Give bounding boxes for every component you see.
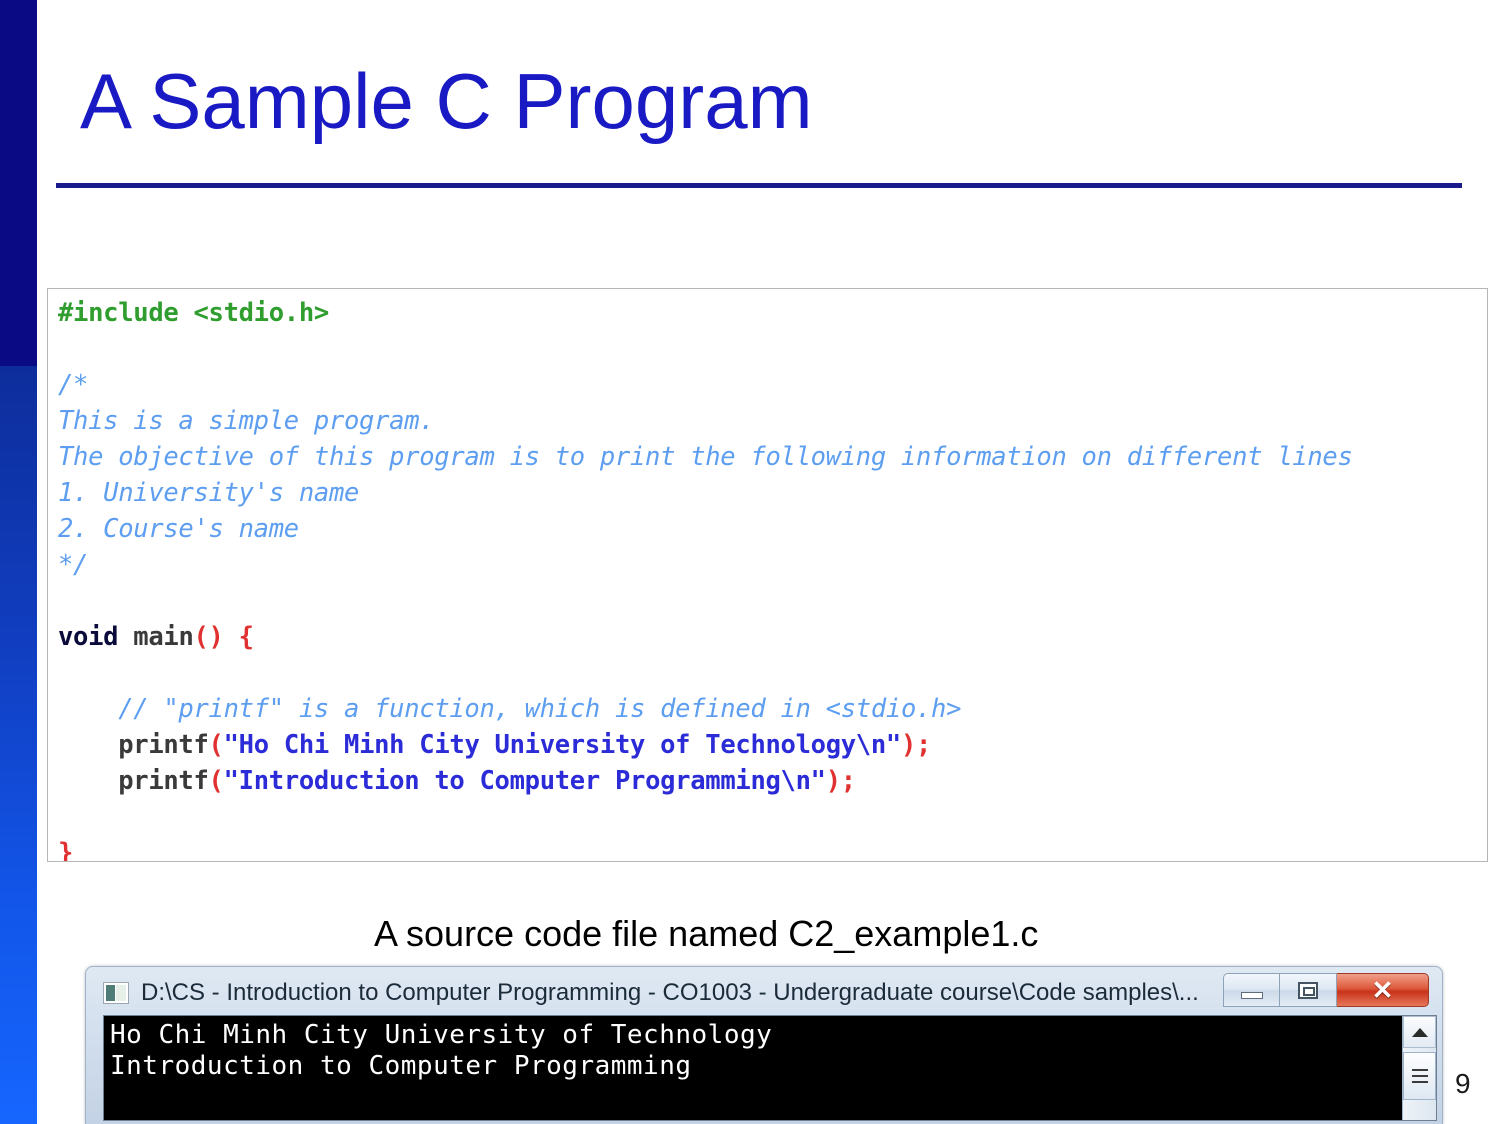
code-token-paren-close-1: ); xyxy=(900,730,932,760)
code-listing-text: #include <stdio.h> /* This is a simple p… xyxy=(58,295,1353,862)
code-token-keyword-void: void xyxy=(58,622,119,652)
minimize-button[interactable] xyxy=(1223,973,1280,1007)
code-token-string-2: "Introduction to Computer Programming\n" xyxy=(223,766,826,796)
console-output-area: Ho Chi Minh City University of Technolog… xyxy=(103,1015,1437,1121)
scroll-up-icon xyxy=(1411,1027,1428,1037)
code-token-string-1: "Ho Chi Minh City University of Technolo… xyxy=(223,730,902,760)
side-strip-solid-block xyxy=(0,0,37,366)
side-strip-gradient-block xyxy=(0,366,37,1124)
console-titlebar[interactable]: D:\CS - Introduction to Computer Program… xyxy=(91,971,1437,1015)
page-title: A Sample C Program xyxy=(80,57,813,145)
window-controls: ✕ xyxy=(1223,973,1429,1009)
title-underline-rule xyxy=(56,183,1462,188)
code-token-main-parens-brace: () { xyxy=(193,622,255,652)
scrollbar-thumb[interactable] xyxy=(1403,1052,1436,1100)
code-token-preprocessor: #include <stdio.h> xyxy=(58,298,329,328)
grip-line-icon xyxy=(1411,1069,1428,1071)
code-token-comment-line-2: The objective of this program is to prin… xyxy=(58,442,1353,472)
code-token-paren-close-2: ); xyxy=(825,766,856,796)
code-token-inline-comment: // "printf" is a function, which is defi… xyxy=(118,694,962,724)
decorative-side-strip xyxy=(0,0,37,1124)
code-token-comment-line-4: 2. Course's name xyxy=(58,514,299,544)
code-token-fn-main: main xyxy=(133,622,194,652)
scroll-up-button[interactable] xyxy=(1403,1016,1436,1048)
slide-page-number: 9 xyxy=(1455,1068,1471,1099)
console-icon xyxy=(103,982,129,1004)
code-file-caption: A source code file named C2_example1.c xyxy=(374,913,1039,954)
grip-line-icon xyxy=(1411,1075,1428,1077)
close-button[interactable]: ✕ xyxy=(1337,973,1429,1007)
console-scrollbar[interactable] xyxy=(1402,1016,1436,1120)
console-output-text: Ho Chi Minh City University of Technolog… xyxy=(110,1020,773,1081)
minimize-icon xyxy=(1240,991,1263,999)
code-listing-box: #include <stdio.h> /* This is a simple p… xyxy=(47,288,1488,862)
grip-line-icon xyxy=(1411,1081,1428,1083)
console-window: D:\CS - Introduction to Computer Program… xyxy=(85,966,1443,1124)
code-token-fn-printf-1: printf xyxy=(118,730,209,760)
code-token-paren-open-2: ( xyxy=(208,766,224,796)
code-token-comment-close: */ xyxy=(58,550,89,580)
code-token-comment-line-1: This is a simple program. xyxy=(58,406,435,436)
code-token-fn-printf-2: printf xyxy=(118,766,209,796)
maximize-icon xyxy=(1298,981,1318,999)
code-token-comment-open: /* xyxy=(58,370,89,400)
code-token-paren-open-1: ( xyxy=(208,730,224,760)
close-icon: ✕ xyxy=(1371,975,1394,1005)
code-token-comment-line-3: 1. University's name xyxy=(58,478,360,508)
code-token-close-brace: } xyxy=(58,838,74,862)
maximize-button[interactable] xyxy=(1280,973,1337,1007)
